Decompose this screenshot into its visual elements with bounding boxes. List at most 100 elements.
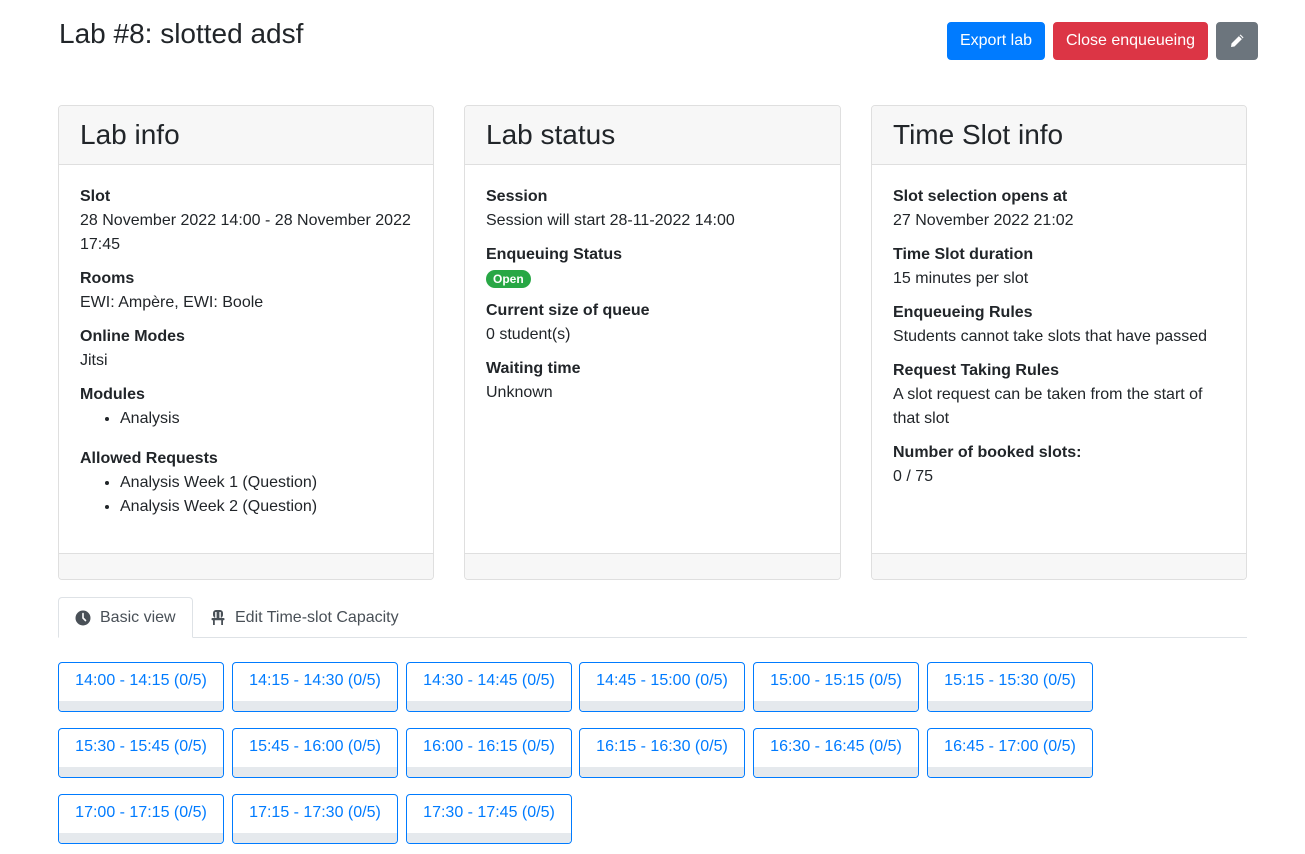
selection-opens-value: 27 November 2022 21:02: [893, 212, 1074, 229]
allowed-requests-label: Allowed Requests: [80, 450, 218, 467]
slot-label: 14:30 - 14:45 (0/5): [423, 672, 555, 689]
slot-label: 15:00 - 15:15 (0/5): [770, 672, 902, 689]
tab-label: Basic view: [100, 608, 176, 626]
tab-basic-view[interactable]: Basic view: [58, 597, 193, 638]
time-slot-button[interactable]: 14:45 - 15:00 (0/5): [579, 662, 745, 712]
request-taking-rules-label: Request Taking Rules: [893, 362, 1059, 379]
enqueueing-rules-label: Enqueueing Rules: [893, 304, 1033, 321]
time-slot-button[interactable]: 16:45 - 17:00 (0/5): [927, 728, 1093, 778]
chair-icon: [211, 610, 225, 625]
time-slot-button[interactable]: 16:15 - 16:30 (0/5): [579, 728, 745, 778]
time-slot-button[interactable]: 17:00 - 17:15 (0/5): [58, 794, 224, 844]
duration-value: 15 minutes per slot: [893, 270, 1029, 287]
export-lab-button[interactable]: Export lab: [947, 22, 1045, 60]
slot-capacity-bar: [233, 767, 397, 777]
session-value: Session will start 28-11-2022 14:00: [486, 212, 735, 229]
slot-label: 17:30 - 17:45 (0/5): [423, 804, 555, 821]
list-item: Analysis Week 1 (Question): [120, 471, 413, 495]
slot-capacity-bar: [59, 767, 223, 777]
slot-label: Slot: [80, 188, 111, 205]
tab-label: Edit Time-slot Capacity: [235, 608, 399, 626]
slot-label: 16:15 - 16:30 (0/5): [596, 738, 728, 755]
slot-label: 16:45 - 17:00 (0/5): [944, 738, 1076, 755]
slot-label: 17:00 - 17:15 (0/5): [75, 804, 207, 821]
rooms-value: EWI: Ampère, EWI: Boole: [80, 294, 264, 311]
time-slot-button[interactable]: 17:30 - 17:45 (0/5): [406, 794, 572, 844]
waiting-time-value: Unknown: [486, 384, 553, 401]
slot-capacity-bar: [928, 701, 1092, 711]
time-slot-button[interactable]: 16:30 - 16:45 (0/5): [753, 728, 919, 778]
slot-label: 15:30 - 15:45 (0/5): [75, 738, 207, 755]
edit-lab-button[interactable]: [1216, 22, 1258, 60]
slot-label: 15:15 - 15:30 (0/5): [944, 672, 1076, 689]
time-slot-button[interactable]: 15:30 - 15:45 (0/5): [58, 728, 224, 778]
lab-status-card: Lab status Session Session will start 28…: [464, 105, 841, 580]
lab-info-header: Lab info: [59, 106, 433, 165]
view-tabs: Basic view Edit Time-slot Capacity: [58, 597, 1247, 638]
enqueueing-rules-value: Students cannot take slots that have pas…: [893, 328, 1207, 345]
booked-slots-value: 0 / 75: [893, 468, 934, 485]
time-slot-button[interactable]: 17:15 - 17:30 (0/5): [232, 794, 398, 844]
slot-label: 17:15 - 17:30 (0/5): [249, 804, 381, 821]
allowed-requests-list: Analysis Week 1 (Question) Analysis Week…: [80, 471, 413, 519]
lab-info-card: Lab info Slot 28 November 2022 14:00 - 2…: [58, 105, 434, 580]
pencil-icon: [1231, 34, 1244, 47]
slot-label: 14:15 - 14:30 (0/5): [249, 672, 381, 689]
time-slot-button[interactable]: 15:45 - 16:00 (0/5): [232, 728, 398, 778]
slot-label: 15:45 - 16:00 (0/5): [249, 738, 381, 755]
tab-edit-capacity[interactable]: Edit Time-slot Capacity: [194, 597, 399, 638]
queue-size-value: 0 student(s): [486, 326, 571, 343]
card-footer: [59, 553, 433, 579]
modules-list: Analysis: [80, 407, 413, 431]
page-title: Lab #8: slotted adsf: [59, 18, 304, 49]
session-label: Session: [486, 188, 548, 205]
slot-label: 14:00 - 14:15 (0/5): [75, 672, 207, 689]
slot-capacity-bar: [580, 767, 744, 777]
slot-label: 16:00 - 16:15 (0/5): [423, 738, 555, 755]
slot-capacity-bar: [233, 833, 397, 843]
request-taking-rules-value: A slot request can be taken from the sta…: [893, 386, 1203, 427]
slot-capacity-bar: [580, 701, 744, 711]
selection-opens-label: Slot selection opens at: [893, 188, 1068, 205]
slot-capacity-bar: [233, 701, 397, 711]
duration-label: Time Slot duration: [893, 246, 1034, 263]
slot-capacity-bar: [407, 701, 571, 711]
time-slot-button[interactable]: 15:15 - 15:30 (0/5): [927, 662, 1093, 712]
lab-status-header: Lab status: [465, 106, 840, 165]
time-slot-button[interactable]: 14:15 - 14:30 (0/5): [232, 662, 398, 712]
card-footer: [465, 553, 840, 579]
lab-info-title: Lab info: [80, 119, 180, 150]
clock-icon: [75, 610, 91, 625]
slot-value: 28 November 2022 14:00 - 28 November 202…: [80, 212, 411, 253]
slot-capacity-bar: [59, 833, 223, 843]
slot-label: 14:45 - 15:00 (0/5): [596, 672, 728, 689]
online-modes-label: Online Modes: [80, 328, 185, 345]
list-item: Analysis Week 2 (Question): [120, 495, 413, 519]
waiting-time-label: Waiting time: [486, 360, 581, 377]
status-badge: Open: [486, 270, 531, 288]
time-slot-button[interactable]: 14:00 - 14:15 (0/5): [58, 662, 224, 712]
modules-label: Modules: [80, 386, 145, 403]
timeslot-info-title: Time Slot info: [893, 119, 1064, 150]
time-slot-button[interactable]: 15:00 - 15:15 (0/5): [753, 662, 919, 712]
lab-status-title: Lab status: [486, 119, 616, 150]
slot-label: 16:30 - 16:45 (0/5): [770, 738, 902, 755]
slot-capacity-bar: [59, 701, 223, 711]
close-enqueueing-button[interactable]: Close enqueueing: [1053, 22, 1208, 60]
time-slot-button[interactable]: 16:00 - 16:15 (0/5): [406, 728, 572, 778]
slot-capacity-bar: [407, 833, 571, 843]
list-item: Analysis: [120, 407, 413, 431]
slot-capacity-bar: [407, 767, 571, 777]
rooms-label: Rooms: [80, 270, 135, 287]
time-slot-button[interactable]: 14:30 - 14:45 (0/5): [406, 662, 572, 712]
queue-size-label: Current size of queue: [486, 302, 650, 319]
timeslot-info-header: Time Slot info: [872, 106, 1246, 165]
timeslot-info-card: Time Slot info Slot selection opens at 2…: [871, 105, 1247, 580]
slot-capacity-bar: [754, 701, 918, 711]
card-footer: [872, 553, 1246, 579]
booked-slots-label: Number of booked slots:: [893, 444, 1082, 461]
enqueuing-status-label: Enqueuing Status: [486, 246, 622, 263]
slot-capacity-bar: [754, 767, 918, 777]
slot-capacity-bar: [928, 767, 1092, 777]
online-modes-value: Jitsi: [80, 352, 108, 369]
